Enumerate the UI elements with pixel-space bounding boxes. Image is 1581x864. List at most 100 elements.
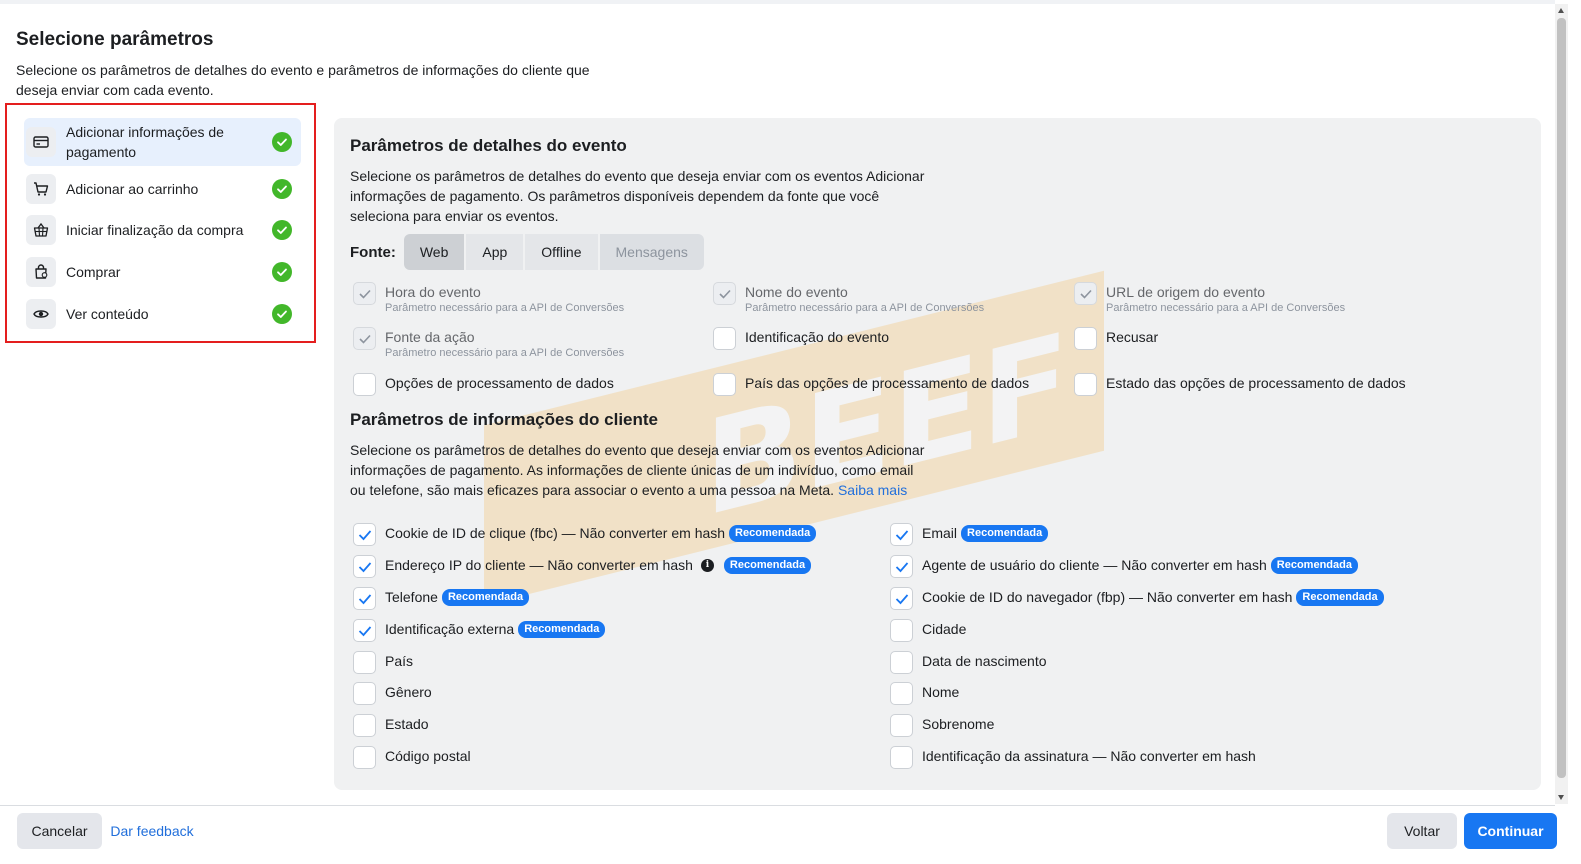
param-city[interactable]: Cidade: [890, 619, 966, 642]
param-label: Opções de processamento de dados: [385, 375, 614, 391]
source-label: Fonte:: [350, 243, 396, 261]
back-button[interactable]: Voltar: [1387, 813, 1457, 849]
param-fbc[interactable]: Cookie de ID de clique (fbc) — Não conve…: [353, 523, 817, 546]
param-label: Hora do evento: [385, 284, 481, 300]
checkbox[interactable]: [353, 555, 376, 578]
event-item-add-to-cart[interactable]: Adicionar ao carrinho: [24, 168, 301, 210]
learn-more-link[interactable]: Saiba mais: [838, 482, 907, 498]
event-item-view-content[interactable]: Ver conteúdo: [24, 293, 301, 335]
footer-divider: [0, 805, 1555, 806]
param-state[interactable]: Estado: [353, 714, 429, 737]
check-circle-icon: [272, 261, 292, 282]
param-event-source-url[interactable]: URL de origem do evento Parâmetro necessá…: [1074, 282, 1345, 314]
param-subscription-id[interactable]: Identificação da assinatura — Não conver…: [890, 746, 1256, 769]
recommended-badge: Recomendada: [441, 588, 530, 606]
continue-button[interactable]: Continuar: [1464, 813, 1557, 849]
checkbox[interactable]: [353, 523, 376, 546]
customer-info-title: Parâmetros de informações do cliente: [350, 410, 658, 429]
source-offline-tab[interactable]: Offline: [525, 234, 598, 270]
scroll-thumb[interactable]: [1557, 18, 1566, 778]
checkbox[interactable]: [353, 619, 376, 642]
source-selector: Fonte: Web App Offline Mensagens: [350, 234, 706, 270]
param-phone[interactable]: Telefone Recomendada: [353, 587, 530, 610]
check-circle-icon: [272, 220, 292, 241]
param-zip-code[interactable]: Código postal: [353, 746, 471, 769]
param-note: Parâmetro necessário para a API de Conve…: [385, 347, 625, 359]
scroll-down-icon[interactable]: [1558, 795, 1564, 800]
page-title: Selecione parâmetros: [16, 29, 214, 50]
checkbox[interactable]: [890, 746, 913, 769]
param-email[interactable]: Email Recomendada: [890, 523, 1049, 546]
param-label: Endereço IP do cliente — Não converter e…: [385, 557, 693, 573]
event-item-purchase[interactable]: Comprar: [24, 251, 301, 293]
check-circle-icon: [272, 178, 292, 199]
param-event-time[interactable]: Hora do evento Parâmetro necessário para …: [353, 282, 624, 314]
checkbox[interactable]: [353, 282, 376, 305]
checkbox[interactable]: [890, 523, 913, 546]
param-fbp[interactable]: Cookie de ID do navegador (fbp) — Não co…: [890, 587, 1384, 610]
checkbox[interactable]: [353, 714, 376, 737]
checkbox[interactable]: [890, 587, 913, 610]
check-circle-icon: [272, 303, 292, 324]
cancel-button[interactable]: Cancelar: [17, 813, 102, 849]
param-label: Recusar: [1106, 329, 1159, 345]
checkbox[interactable]: [353, 651, 376, 674]
source-messages-tab[interactable]: Mensagens: [599, 234, 704, 270]
checkbox[interactable]: [1074, 282, 1097, 305]
event-item-initiate-checkout[interactable]: Iniciar finalização da compra: [24, 210, 301, 252]
param-label: Gênero: [385, 684, 432, 700]
param-note: Parâmetro necessário para a API de Conve…: [385, 302, 625, 314]
param-opt-out[interactable]: Recusar: [1074, 327, 1158, 350]
param-label: Nome: [922, 684, 960, 700]
param-label: Cookie de ID do navegador (fbp) — Não co…: [922, 589, 1293, 605]
param-data-processing-options[interactable]: Opções de processamento de dados: [353, 373, 614, 396]
checkbox[interactable]: [713, 373, 736, 396]
param-client-ip[interactable]: Endereço IP do cliente — Não converter e…: [353, 555, 812, 578]
checkbox[interactable]: [890, 555, 913, 578]
info-icon[interactable]: i: [700, 558, 714, 572]
param-data-processing-state[interactable]: Estado das opções de processamento de da…: [1074, 373, 1406, 396]
param-label: Código postal: [385, 748, 471, 764]
param-birthdate[interactable]: Data de nascimento: [890, 651, 1047, 674]
bag-icon: [26, 256, 56, 287]
checkbox[interactable]: [353, 327, 376, 350]
param-label: Estado: [385, 716, 429, 732]
checkbox[interactable]: [890, 651, 913, 674]
param-label: País das opções de processamento de dado…: [745, 375, 1030, 391]
param-country[interactable]: País: [353, 651, 413, 674]
param-event-name[interactable]: Nome do evento Parâmetro necessário para …: [713, 282, 984, 314]
checkbox[interactable]: [1074, 373, 1097, 396]
scrollbar[interactable]: [1555, 4, 1568, 804]
param-label: Email: [922, 525, 958, 541]
checkbox[interactable]: [890, 714, 913, 737]
checkbox[interactable]: [353, 587, 376, 610]
param-label: Agente de usuário do cliente — Não conve…: [922, 557, 1267, 573]
param-label: Identificação da assinatura — Não conver…: [922, 748, 1256, 764]
source-web-tab[interactable]: Web: [403, 234, 465, 270]
checkbox[interactable]: [353, 682, 376, 705]
checkbox[interactable]: [890, 682, 913, 705]
checkbox[interactable]: [713, 282, 736, 305]
event-details-description: Selecione os parâmetros de detalhes do e…: [350, 168, 925, 224]
checkbox[interactable]: [353, 746, 376, 769]
param-gender[interactable]: Gênero: [353, 682, 432, 705]
customer-info-description: Selecione os parâmetros de detalhes do e…: [350, 440, 930, 500]
param-event-id[interactable]: Identificação do evento: [713, 327, 889, 350]
source-app-tab[interactable]: App: [466, 234, 524, 270]
param-data-processing-country[interactable]: País das opções de processamento de dado…: [713, 373, 1029, 396]
param-user-agent[interactable]: Agente de usuário do cliente — Não conve…: [890, 555, 1358, 578]
param-action-source[interactable]: Fonte da ação Parâmetro necessário para a…: [353, 327, 624, 359]
event-item-add-payment-info[interactable]: Adicionar informações de pagamento: [24, 118, 301, 166]
checkbox[interactable]: [1074, 327, 1097, 350]
param-first-name[interactable]: Nome: [890, 682, 959, 705]
eye-icon: [26, 298, 56, 329]
checkbox[interactable]: [353, 373, 376, 396]
scroll-up-icon[interactable]: [1558, 8, 1564, 13]
param-last-name[interactable]: Sobrenome: [890, 714, 994, 737]
feedback-link[interactable]: Dar feedback: [106, 813, 198, 849]
param-external-id[interactable]: Identificação externa Recomendada: [353, 619, 606, 642]
checkbox[interactable]: [890, 619, 913, 642]
recommended-badge: Recomendada: [723, 556, 812, 574]
checkbox[interactable]: [713, 327, 736, 350]
event-label: Comprar: [66, 263, 121, 280]
